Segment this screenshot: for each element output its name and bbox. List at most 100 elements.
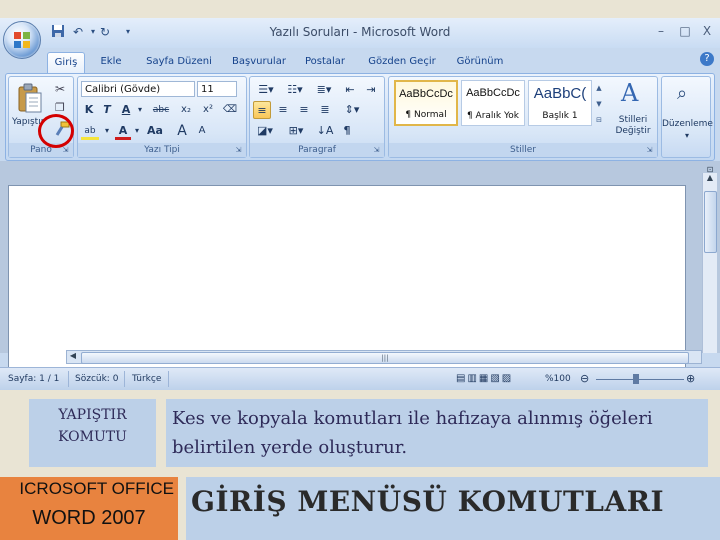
styles-scroll-icon[interactable]: ▲ ▼ ⊟	[594, 80, 604, 128]
zoom-in-icon[interactable]: ⊕	[686, 372, 695, 386]
zoom-slider-track[interactable]	[596, 379, 684, 380]
help-icon[interactable]: ?	[700, 52, 714, 66]
shrink-font-button[interactable]: A	[194, 122, 210, 140]
zoom-level[interactable]: %100	[545, 372, 571, 386]
tab-gorunum[interactable]: Görünüm	[452, 52, 508, 72]
font-size-box[interactable]: 11	[197, 81, 237, 97]
change-styles-label: Stilleri Değiştir	[615, 115, 651, 136]
cut-icon[interactable]: ✂	[55, 82, 65, 96]
product-label-block: ICROSOFT OFFICE WORD 2007	[0, 477, 178, 540]
product-line-2: WORD 2007	[32, 507, 146, 529]
underline-dropdown-icon[interactable]: ▾	[136, 101, 144, 119]
change-styles-icon: A	[621, 79, 639, 107]
paragraph-launcher-icon[interactable]: ⇲	[372, 146, 381, 155]
binoculars-icon[interactable]: ⌕	[677, 83, 687, 104]
style-normal[interactable]: AaBbCcDc ¶ Normal	[394, 80, 458, 126]
product-line-1: ICROSOFT OFFICE	[19, 479, 174, 498]
shading-icon[interactable]: ◪▾	[253, 122, 277, 140]
font-group: Calibri (Gövde) 11 K T A ▾ abc x₂ x² ⌫ a…	[77, 76, 247, 158]
font-color-button[interactable]: A	[115, 122, 131, 140]
horizontal-scroll-thumb[interactable]: |||	[81, 352, 689, 364]
view-buttons[interactable]: ▤▥▦▧▨	[456, 372, 540, 386]
clear-formatting-icon[interactable]: ⌫	[221, 101, 239, 119]
scroll-left-icon[interactable]: ◀	[67, 351, 79, 363]
tab-sayfa-duzeni[interactable]: Sayfa Düzeni	[142, 52, 216, 72]
decrease-indent-icon[interactable]: ⇤	[341, 81, 359, 99]
highlight-dropdown-icon[interactable]: ▾	[103, 122, 111, 140]
sort-icon[interactable]: ↓A	[316, 122, 334, 140]
style-heading-1[interactable]: AaBbC( Başlık 1	[528, 80, 592, 126]
document-page[interactable]	[8, 185, 686, 377]
styles-launcher-icon[interactable]: ⇲	[645, 146, 654, 155]
status-bar: Sayfa: 1 / 1 Sözcük: 0 Türkçe ▤▥▦▧▨ %100…	[0, 367, 720, 390]
clipboard-launcher-icon[interactable]: ⇲	[61, 146, 70, 155]
superscript-button[interactable]: x²	[198, 101, 218, 119]
font-launcher-icon[interactable]: ⇲	[234, 146, 243, 155]
vertical-scrollbar[interactable]: ▲	[702, 173, 717, 353]
close-button[interactable]: X	[696, 22, 718, 40]
highlight-button[interactable]: ab	[81, 122, 99, 140]
office-logo-icon	[14, 32, 30, 48]
bold-button[interactable]: K	[81, 101, 97, 119]
justify-icon[interactable]: ≣	[316, 101, 334, 119]
styles-group-label: Stiller	[389, 143, 657, 157]
tab-gozden-gecir[interactable]: Gözden Geçir	[363, 52, 441, 72]
style-preview: AaBbCcDc	[466, 87, 520, 99]
font-name-box[interactable]: Calibri (Gövde)	[81, 81, 195, 97]
show-formatting-button[interactable]: ¶	[338, 122, 356, 140]
horizontal-scrollbar[interactable]: ◀ |||	[66, 350, 702, 364]
document-area	[0, 161, 720, 377]
strikethrough-button[interactable]: abc	[150, 101, 172, 119]
office-button[interactable]	[3, 21, 41, 59]
increase-indent-icon[interactable]: ⇥	[362, 81, 380, 99]
italic-button[interactable]: T	[99, 101, 115, 119]
style-preview: AaBbCcDc	[399, 88, 453, 100]
align-left-icon[interactable]: ≡	[253, 101, 271, 119]
multilevel-list-icon[interactable]: ≣▾	[311, 81, 337, 99]
command-description-card: Kes ve kopyala komutları ile hafızaya al…	[166, 399, 708, 467]
style-preview: AaBbC(	[533, 85, 587, 102]
font-color-dropdown-icon[interactable]: ▾	[133, 122, 141, 140]
change-styles-button[interactable]: A Stilleri Değiştir	[609, 79, 657, 147]
language-indicator[interactable]: Türkçe	[132, 372, 161, 386]
style-name: ¶ Aralık Yok	[466, 111, 520, 121]
ribbon: Yapıştır ✂ ❐ Pano ⇲ Calibri (Gövde) 11 K…	[5, 73, 715, 161]
editing-dropdown-icon[interactable]: ▾	[662, 131, 712, 140]
style-name: ¶ Normal	[405, 110, 447, 120]
tab-basvurular[interactable]: Başvurular	[228, 52, 290, 72]
tab-giris[interactable]: Giriş	[47, 52, 85, 73]
style-name: Başlık 1	[542, 111, 578, 121]
status-separator	[124, 371, 125, 387]
zoom-slider-thumb[interactable]	[633, 374, 639, 384]
grow-font-button[interactable]: A	[174, 122, 190, 140]
scroll-up-icon[interactable]: ▲	[704, 173, 716, 187]
copy-icon[interactable]: ❐	[55, 101, 65, 114]
editing-group: ⌕ Düzenleme ▾	[661, 76, 713, 158]
styles-group: AaBbCcDc ¶ Normal AaBbCcDc ¶ Aralık Yok …	[388, 76, 658, 158]
window-title: Yazılı Soruları - Microsoft Word	[269, 25, 451, 39]
change-case-button[interactable]: Aa	[144, 122, 166, 140]
page-count[interactable]: Sayfa: 1 / 1	[8, 372, 59, 386]
font-group-label: Yazı Tipi	[78, 143, 246, 157]
style-no-spacing[interactable]: AaBbCcDc ¶ Aralık Yok	[461, 80, 525, 126]
tab-postalar[interactable]: Postalar	[300, 52, 350, 72]
word-count[interactable]: Sözcük: 0	[75, 372, 118, 386]
zoom-out-icon[interactable]: ⊖	[580, 372, 589, 386]
align-right-icon[interactable]: ≡	[295, 101, 313, 119]
paste-icon[interactable]	[17, 83, 43, 115]
subscript-button[interactable]: x₂	[176, 101, 196, 119]
tab-ekle[interactable]: Ekle	[92, 52, 130, 72]
maximize-button[interactable]: □	[674, 22, 696, 40]
title-bar: ↶ ▾ ↻ ▾ Yazılı Soruları - Microsoft Word…	[0, 18, 720, 48]
paragraph-group-label: Paragraf	[250, 143, 384, 157]
vertical-scroll-thumb[interactable]	[704, 191, 717, 253]
numbering-icon[interactable]: ☷▾	[282, 81, 308, 99]
editing-group-label[interactable]: Düzenleme	[662, 119, 713, 129]
minimize-button[interactable]: –	[650, 22, 672, 40]
borders-icon[interactable]: ⊞▾	[284, 122, 308, 140]
align-center-icon[interactable]: ≡	[274, 101, 292, 119]
bullets-icon[interactable]: ☰▾	[253, 81, 279, 99]
line-spacing-icon[interactable]: ⇕▾	[340, 101, 364, 119]
underline-button[interactable]: A	[118, 101, 134, 119]
paragraph-group: ☰▾ ☷▾ ≣▾ ⇤ ⇥ ≡ ≡ ≡ ≣ ⇕▾ ◪▾ ⊞▾ ↓A ¶ Parag…	[249, 76, 385, 158]
